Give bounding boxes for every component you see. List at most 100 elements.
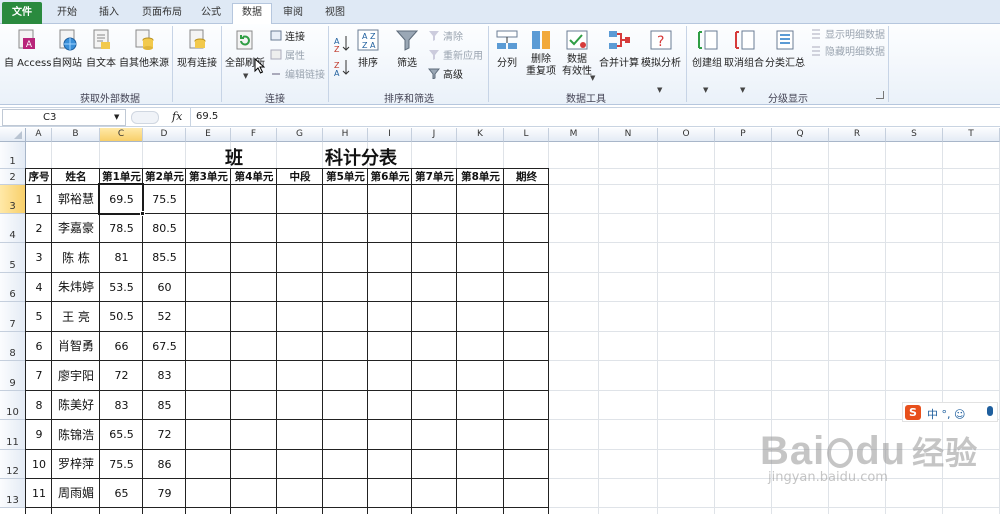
column-header[interactable]: I xyxy=(368,128,412,142)
chevron-down-icon[interactable]: ▼ xyxy=(114,113,119,121)
column-header[interactable]: S xyxy=(886,128,943,142)
table-cell[interactable]: 1 xyxy=(26,185,52,214)
table-cell[interactable]: 周雨媚 xyxy=(52,479,100,508)
table-cell[interactable]: 86 xyxy=(143,450,186,479)
row-header[interactable]: 5 xyxy=(0,243,26,273)
row-header[interactable]: 9 xyxy=(0,361,26,391)
advanced-filter-button[interactable]: 高级 xyxy=(428,68,463,82)
table-cell[interactable]: 肖智勇 xyxy=(52,332,100,361)
table-cell[interactable]: 72 xyxy=(143,420,186,450)
column-header[interactable]: K xyxy=(457,128,504,142)
tab-data[interactable]: 数据 xyxy=(232,3,272,25)
subtotal-button[interactable]: 分类汇总 xyxy=(764,28,806,69)
column-header[interactable]: B xyxy=(52,128,100,142)
table-cell[interactable]: 郭裕慧 xyxy=(52,185,100,214)
tab-insert[interactable]: 插入 xyxy=(90,4,128,24)
table-cell[interactable]: 72 xyxy=(100,361,143,391)
table-cell[interactable]: 67.5 xyxy=(143,332,186,361)
formula-input[interactable]: 69.5 xyxy=(196,111,218,122)
table-cell[interactable]: 85.5 xyxy=(143,243,186,273)
column-header[interactable]: H xyxy=(323,128,368,142)
sort-desc-button[interactable]: ZA xyxy=(334,58,350,78)
column-header[interactable]: P xyxy=(715,128,772,142)
table-cell[interactable]: 11 xyxy=(26,479,52,508)
from-text-button[interactable]: 自文本 xyxy=(84,28,118,69)
remove-duplicates-button[interactable]: 删除 重复项 xyxy=(524,28,558,78)
from-access-button[interactable]: A 自 Access xyxy=(4,28,51,69)
tab-home[interactable]: 开始 xyxy=(48,4,86,24)
chevron-down-icon[interactable]: ▼ xyxy=(590,74,595,82)
table-cell[interactable]: 4 xyxy=(26,273,52,302)
row-header[interactable]: 10 xyxy=(0,391,26,420)
table-cell[interactable]: 66 xyxy=(100,332,143,361)
table-cell[interactable]: 9 xyxy=(26,420,52,450)
tab-file[interactable]: 文件 xyxy=(2,2,42,24)
table-cell[interactable]: 李嘉豪 xyxy=(52,214,100,243)
table-cell[interactable]: 2 xyxy=(26,214,52,243)
row-header[interactable]: 1 xyxy=(0,142,26,169)
table-cell[interactable]: 陈 栋 xyxy=(52,243,100,273)
tab-review[interactable]: 审阅 xyxy=(274,4,312,24)
sort-asc-button[interactable]: AZ xyxy=(334,34,350,54)
properties-button[interactable]: 属性 xyxy=(270,49,305,63)
column-header[interactable]: O xyxy=(658,128,715,142)
column-header[interactable]: E xyxy=(186,128,231,142)
dialog-launcher-icon[interactable] xyxy=(876,91,884,99)
table-cell[interactable]: 65.5 xyxy=(100,420,143,450)
ungroup-button[interactable]: 取消组合 xyxy=(724,28,764,69)
column-header[interactable]: R xyxy=(829,128,886,142)
connections-button[interactable]: 连接 xyxy=(270,30,305,44)
column-header[interactable]: M xyxy=(549,128,599,142)
name-box[interactable]: C3 xyxy=(2,109,126,126)
from-other-sources-button[interactable]: 自其他来源 xyxy=(118,28,170,69)
table-cell[interactable]: 83 xyxy=(143,361,186,391)
table-cell[interactable]: 83 xyxy=(100,391,143,420)
row-header[interactable]: 8 xyxy=(0,332,26,361)
consolidate-button[interactable]: 合并计算 xyxy=(598,28,640,69)
table-cell[interactable]: 10 xyxy=(26,450,52,479)
column-header[interactable]: C xyxy=(100,128,143,142)
tab-formulas[interactable]: 公式 xyxy=(192,4,230,24)
table-cell[interactable]: 53.5 xyxy=(100,273,143,302)
column-header[interactable]: F xyxy=(231,128,277,142)
table-cell[interactable]: 60 xyxy=(143,273,186,302)
table-cell[interactable]: 陈美好 xyxy=(52,391,100,420)
table-cell[interactable]: 50.5 xyxy=(100,302,143,332)
table-cell[interactable]: 王 亮 xyxy=(52,302,100,332)
reapply-button[interactable]: 重新应用 xyxy=(428,49,483,63)
sort-button[interactable]: A ZZ A 排序 xyxy=(354,28,382,69)
edit-links-button[interactable]: 编辑链接 xyxy=(270,68,325,82)
table-cell[interactable]: 81 xyxy=(100,243,143,273)
table-cell[interactable]: 8 xyxy=(26,391,52,420)
table-cell[interactable]: 5 xyxy=(26,302,52,332)
row-header[interactable]: 12 xyxy=(0,450,26,479)
table-cell[interactable]: 78.5 xyxy=(100,214,143,243)
table-cell[interactable]: 7 xyxy=(26,361,52,391)
table-cell[interactable]: 75.5 xyxy=(143,185,186,214)
from-web-button[interactable]: 自网站 xyxy=(50,28,84,69)
column-header[interactable]: L xyxy=(504,128,549,142)
table-cell[interactable]: 79 xyxy=(143,479,186,508)
what-if-analysis-button[interactable]: ? 模拟分析 xyxy=(640,28,682,69)
data-validation-button[interactable]: 数据 有效性 xyxy=(560,28,594,78)
table-cell[interactable]: 69.5 xyxy=(100,185,143,214)
table-cell[interactable]: 85 xyxy=(143,391,186,420)
hide-detail-button[interactable]: 隐藏明细数据 xyxy=(810,45,885,59)
tab-page-layout[interactable]: 页面布局 xyxy=(134,4,190,24)
existing-connections-button[interactable]: 现有连接 xyxy=(176,28,218,69)
table-cell[interactable]: 3 xyxy=(26,243,52,273)
clear-filter-button[interactable]: 清除 xyxy=(428,30,463,44)
text-to-columns-button[interactable]: 分列 xyxy=(492,28,522,69)
row-header[interactable]: 3 xyxy=(0,185,26,214)
tab-view[interactable]: 视图 xyxy=(316,4,354,24)
table-cell[interactable]: 廖宇阳 xyxy=(52,361,100,391)
row-header[interactable]: 7 xyxy=(0,302,26,332)
insert-function-icon[interactable]: fx xyxy=(172,110,182,123)
table-cell[interactable]: 65 xyxy=(100,479,143,508)
filter-button[interactable]: 筛选 xyxy=(392,28,422,69)
table-cell[interactable]: 6 xyxy=(26,332,52,361)
show-detail-button[interactable]: 显示明细数据 xyxy=(810,28,885,42)
ime-toolbar[interactable]: S 中 °, ☺ xyxy=(902,402,998,422)
column-header[interactable]: N xyxy=(599,128,658,142)
column-header[interactable]: J xyxy=(412,128,457,142)
